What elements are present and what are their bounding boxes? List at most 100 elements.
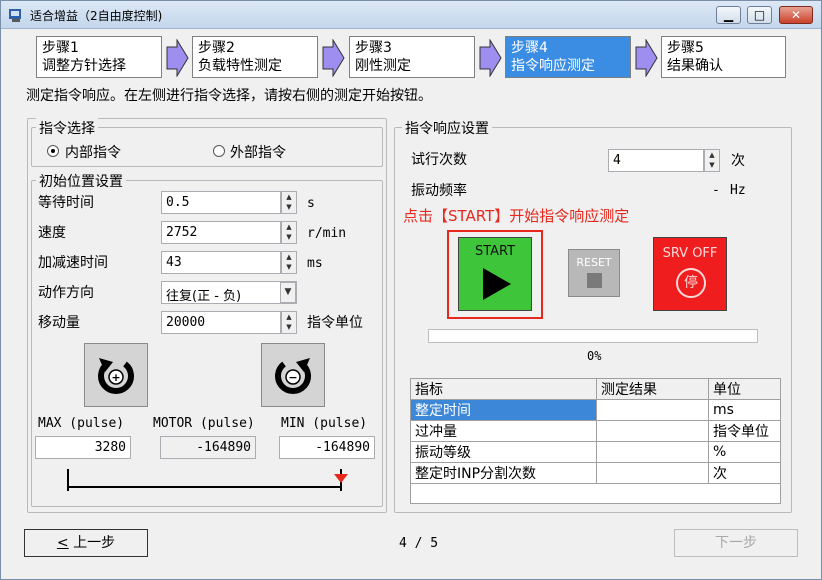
spin-up-icon: ▲ [286,313,292,321]
trials-label: 试行次数 [411,152,467,168]
metric-unit: 次 [708,462,781,484]
speed-input[interactable]: 2752 [161,221,281,244]
chevron-down-icon: ▼ [284,287,292,297]
accel-time-spinner[interactable]: ▲ ▼ [281,251,297,274]
table-row[interactable]: 整定时间 ms [410,399,781,421]
init-position-title: 初始位置设置 [36,171,126,191]
spin-down-icon: ▼ [286,203,292,211]
metric-name: 整定时间 [410,399,597,421]
prev-step-label: 上一步 [73,535,116,551]
step-1: 步骤1 调整方针选择 [36,36,162,78]
accel-time-unit: ms [307,256,323,271]
max-pulse-value[interactable]: 3280 [35,436,131,459]
move-amount-label: 移动量 [38,315,80,331]
response-settings-title: 指令响应设置 [402,118,492,138]
speed-unit: r/min [307,226,347,241]
step-label: 结果确认 [667,58,723,74]
step-4-active: 步骤4 指令响应测定 [505,36,631,78]
page-indicator: 4 / 5 [399,536,439,551]
header-result: 测定结果 [596,378,709,400]
table-row[interactable]: 整定时INP分割次数 次 [410,462,781,484]
rotate-ccw-button[interactable]: + [84,343,148,407]
metric-unit: ms [708,399,781,421]
step-5: 步骤5 结果确认 [661,36,786,78]
start-hint: 点击【START】开始指令响应测定 [403,207,630,225]
step-label: 刚性测定 [355,58,411,74]
move-amount-input[interactable]: 20000 [161,311,281,334]
table-row[interactable]: 振动等级 % [410,441,781,463]
step-number: 步骤3 [355,40,392,56]
step-3: 步骤3 刚性测定 [349,36,475,78]
next-step-button: 下一步 [674,529,798,557]
vibration-freq-label: 振动频率 [411,183,467,199]
move-amount-spinner[interactable]: ▲ ▼ [281,311,297,334]
progress-text: 0% [587,349,602,363]
trials-unit: 次 [731,153,745,169]
min-pulse-value[interactable]: -164890 [279,436,375,459]
chevron-left-icon: < [56,535,69,551]
metric-name: 振动等级 [410,441,597,463]
direction-dropdown-button[interactable]: ▼ [280,282,296,303]
vibration-freq-value: - [712,183,720,198]
step-arrow-icon [635,39,658,77]
internal-command-radio[interactable] [47,145,59,157]
svg-text:−: − [288,371,297,384]
step-arrow-icon [322,39,345,77]
app-icon [9,9,21,22]
prev-step-button[interactable]: < 上一步 [24,529,148,557]
spin-down-icon: ▼ [286,233,292,241]
rotate-ccw-icon: + [98,358,134,394]
metric-value [596,420,709,442]
spin-down-icon: ▼ [286,263,292,271]
stop-icon: 停 [676,268,706,298]
command-select-title: 指令选择 [36,118,98,138]
spin-up-icon: ▲ [286,223,292,231]
srv-off-label: SRV OFF [662,246,718,261]
minimize-button[interactable]: ▁ [716,6,741,24]
position-track [67,469,348,491]
vibration-freq-unit: Hz [730,183,746,198]
metric-name: 整定时INP分割次数 [410,462,597,484]
max-pulse-label: MAX (pulse) [38,416,125,431]
speed-spinner[interactable]: ▲ ▼ [281,221,297,244]
step-label: 调整方针选择 [42,58,126,74]
motor-pulse-value: -164890 [160,436,256,459]
motor-pulse-label: MOTOR (pulse) [153,416,255,431]
wait-time-input[interactable]: 0.5 [161,191,281,214]
min-pulse-label: MIN (pulse) [281,416,368,431]
title-bar: 适合增益（2自由度控制) ▁ □ ✕ [1,1,821,29]
external-command-radio[interactable] [213,145,225,157]
step-2: 步骤2 负载特性测定 [192,36,318,78]
step-arrow-icon [166,39,189,77]
trials-spinner[interactable]: ▲ ▼ [704,149,720,172]
results-table: 指标 测定结果 单位 整定时间 ms 过冲量 指令单位 振动等级 % 整定时IN… [410,378,781,484]
srv-off-button[interactable]: SRV OFF 停 [653,237,727,311]
rotate-cw-icon: − [275,358,311,394]
minimize-icon: ▁ [723,8,734,22]
wait-time-spinner[interactable]: ▲ ▼ [281,191,297,214]
spin-down-icon: ▼ [709,161,715,169]
metric-value [596,399,709,421]
accel-time-input[interactable]: 43 [161,251,281,274]
maximize-button[interactable]: □ [747,6,772,24]
window-title: 适合增益（2自由度控制) [30,9,163,23]
step-arrow-icon [479,39,502,77]
start-button[interactable]: START [458,237,532,311]
external-command-label: 外部指令 [230,145,286,161]
rotate-cw-button[interactable]: − [261,343,325,407]
step-label: 负载特性测定 [198,58,282,74]
wait-time-unit: s [307,196,315,211]
table-header-row: 指标 测定结果 单位 [410,378,781,400]
table-row[interactable]: 过冲量 指令单位 [410,420,781,442]
trials-input[interactable]: 4 [608,149,704,172]
direction-select[interactable]: 往复(正 - 负) [161,281,297,304]
close-button[interactable]: ✕ [779,6,813,24]
step-number: 步骤4 [511,40,548,56]
step-number: 步骤5 [667,40,704,56]
move-amount-unit: 指令单位 [307,315,363,331]
accel-time-label: 加减速时间 [38,255,108,271]
play-icon [483,268,511,300]
reset-button[interactable]: RESET [568,249,620,297]
dialog-window: 适合增益（2自由度控制) ▁ □ ✕ 步骤1 调整方针选择 步骤2 负载特性测定… [0,0,822,580]
svg-text:+: + [111,371,120,384]
